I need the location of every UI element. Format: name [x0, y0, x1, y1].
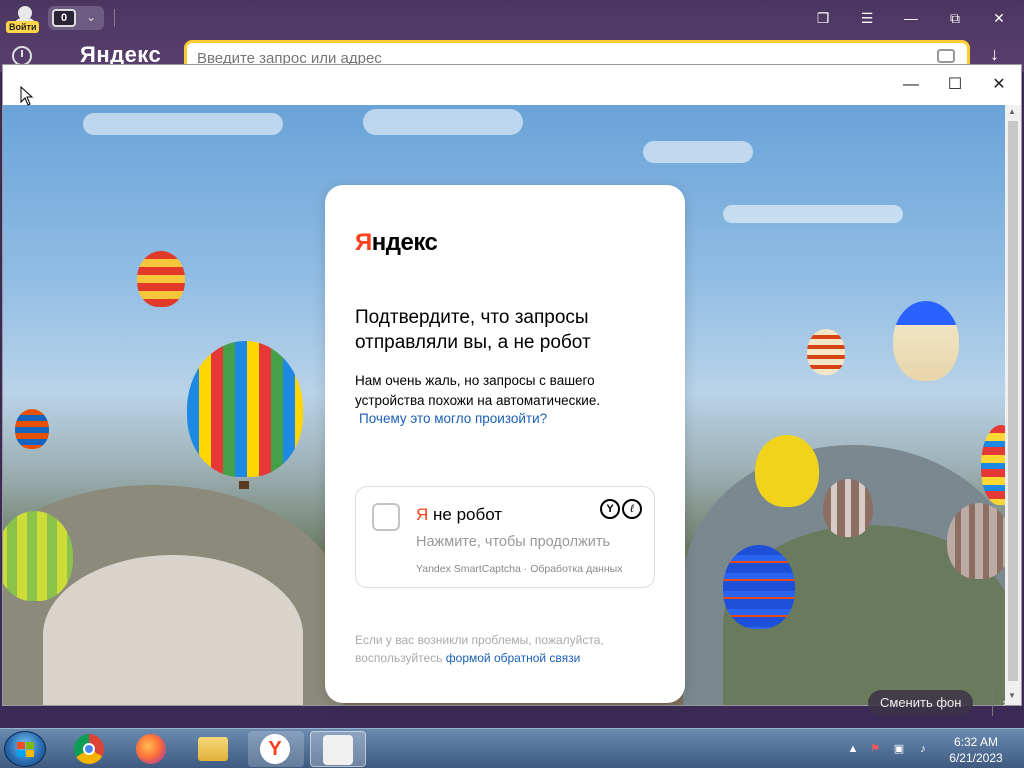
yandex-y-icon: Y — [600, 499, 620, 519]
balloon — [755, 435, 819, 507]
balloon — [187, 341, 303, 477]
windows-taskbar: Y ▲ ⚑ ▣ ♪ 6:32 AM 6/21/2023 — [0, 728, 1024, 768]
captcha-window: — ☐ ✕ ▲ ▼ Яндекс Подтвердите, что запрос… — [2, 64, 1022, 706]
start-button[interactable] — [4, 731, 46, 767]
taskbar-firefox[interactable] — [124, 731, 180, 767]
window-close-button[interactable]: ✕ — [979, 73, 1019, 97]
balloon — [981, 425, 1007, 505]
captcha-hint: Нажмите, чтобы продолжить — [416, 534, 611, 550]
balloon — [15, 409, 49, 449]
history-icon[interactable] — [12, 46, 32, 66]
problem-text: Если у вас возникли проблемы, пожалуйста… — [355, 633, 604, 665]
camera-search-icon[interactable] — [937, 49, 955, 63]
balloon — [947, 503, 1007, 579]
yandex-browser-icon: Y — [260, 734, 290, 764]
smartcaptcha-icon: ℓ — [622, 499, 642, 519]
why-link[interactable]: Почему это могло произойти? — [359, 411, 547, 426]
not-robot-checkbox[interactable] — [372, 503, 400, 531]
window-titlebar: — ☐ ✕ — [3, 65, 1021, 105]
balloon — [823, 479, 873, 537]
tab-counter-button[interactable]: 0 ⌄ — [48, 6, 104, 30]
captcha-card: Яндекс Подтвердите, что запросы отправля… — [325, 185, 685, 703]
taskbar-yandex-app[interactable] — [310, 731, 366, 767]
show-hidden-icons-icon[interactable]: ▲ — [846, 742, 860, 756]
restore-button[interactable]: ⧉ — [940, 6, 970, 30]
balloon — [893, 301, 959, 381]
balloon — [807, 329, 845, 375]
tab-count: 0 — [52, 9, 76, 27]
minimize-button[interactable]: — — [896, 6, 926, 30]
captcha-footer[interactable]: Yandex SmartCaptcha · Обработка данных — [416, 563, 622, 575]
yandex-app-icon — [323, 735, 353, 765]
taskbar-explorer[interactable] — [186, 731, 242, 767]
action-center-icon[interactable]: ⚑ — [868, 742, 882, 756]
file-explorer-icon — [198, 737, 228, 761]
scroll-up-icon[interactable]: ▲ — [1008, 107, 1016, 116]
windows-logo-icon — [17, 742, 35, 758]
volume-muted-icon[interactable]: ♪ — [916, 742, 930, 756]
firefox-icon — [136, 734, 166, 764]
not-robot-label[interactable]: Я не робот — [416, 505, 502, 525]
window-minimize-button[interactable]: — — [891, 73, 931, 97]
mouse-cursor-icon — [20, 86, 34, 106]
download-icon[interactable]: ↓ — [990, 44, 999, 65]
divider — [114, 9, 115, 27]
balloon — [3, 511, 73, 601]
clock-date[interactable]: 6/21/2023 — [944, 751, 1008, 765]
browser-toolbar: Войти 0 ⌄ ❐ ☰ — ⧉ ✕ Яндекс ↓ — [0, 0, 1024, 74]
system-tray: ▲ ⚑ ▣ ♪ 6:32 AM 6/21/2023 — [844, 731, 1024, 767]
close-button[interactable]: ✕ — [984, 6, 1014, 30]
chevron-right-icon[interactable]: › — [992, 690, 1016, 716]
taskbar-chrome[interactable] — [62, 731, 118, 767]
window-maximize-button[interactable]: ☐ — [935, 73, 975, 97]
scrollbar-thumb[interactable] — [1008, 121, 1018, 681]
clock-time[interactable]: 6:32 AM — [948, 735, 1004, 749]
chevron-down-icon: ⌄ — [86, 10, 97, 24]
vertical-scrollbar[interactable]: ▲ ▼ — [1005, 105, 1021, 705]
chrome-icon — [74, 734, 104, 764]
login-button[interactable]: Войти — [6, 21, 40, 33]
bookmarks-icon[interactable]: ❐ — [808, 6, 838, 30]
balloon — [723, 545, 795, 629]
feedback-link[interactable]: формой обратной связи — [446, 651, 581, 665]
smartcaptcha-widget[interactable]: Я не робот Нажмите, чтобы продолжить Yan… — [355, 486, 655, 588]
menu-icon[interactable]: ☰ — [852, 6, 882, 30]
yandex-logo: Яндекс — [355, 229, 438, 256]
network-icon[interactable]: ▣ — [892, 742, 906, 756]
page-title: Подтвердите, что запросы отправляли вы, … — [355, 307, 591, 353]
description-text: Нам очень жаль, но запросы с вашего устр… — [355, 373, 601, 408]
change-background-button[interactable]: Сменить фон › — [868, 690, 1007, 716]
taskbar-yandex-browser[interactable]: Y — [248, 731, 304, 767]
balloon — [137, 251, 185, 307]
